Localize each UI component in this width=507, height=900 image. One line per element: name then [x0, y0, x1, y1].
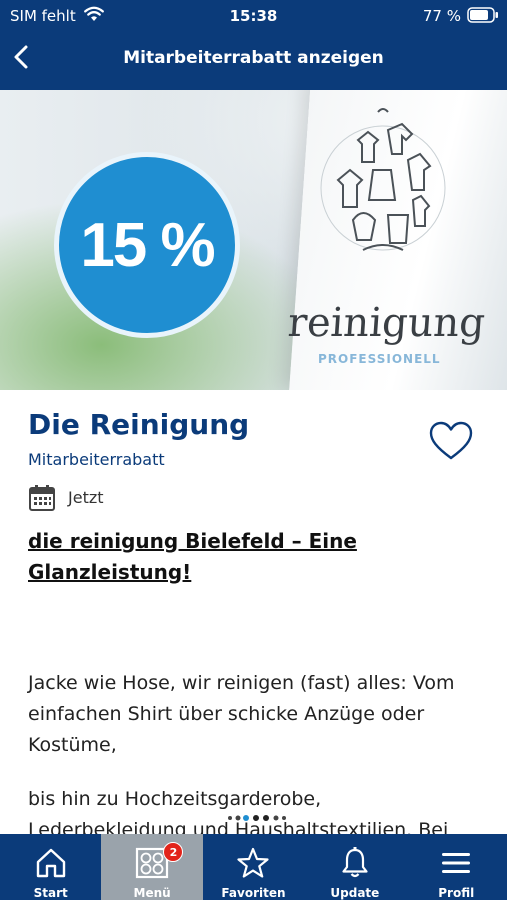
discount-value: 15 %: [80, 210, 215, 280]
top-bar: SIM fehlt 15:38 77 % Mitarbeiterrabatt a…: [0, 0, 507, 90]
tab-profil[interactable]: Profil: [406, 834, 507, 900]
tab-label: Menü: [133, 886, 171, 900]
tab-label: Start: [33, 886, 68, 900]
home-icon: [36, 848, 65, 878]
back-button[interactable]: [8, 42, 38, 72]
menu-icon: [442, 853, 471, 873]
offer-title: Die Reinigung: [28, 408, 250, 441]
tab-label: Update: [330, 886, 380, 900]
calendar-icon: [29, 485, 55, 511]
status-bar: SIM fehlt 15:38 77 %: [0, 0, 507, 34]
favorite-heart-icon[interactable]: [428, 420, 474, 464]
page-indicator: [228, 815, 286, 821]
offer-description: Jacke wie Hose, wir reinigen (fast) alle…: [28, 672, 455, 756]
offer-date: Jetzt: [68, 488, 104, 507]
tab-update[interactable]: Update: [304, 834, 405, 900]
notification-badge: 2: [163, 842, 184, 862]
page-title: Mitarbeiterrabatt anzeigen: [123, 48, 384, 68]
brand-logo-text: reinigung: [286, 300, 487, 346]
battery-percent: 77 %: [422, 7, 461, 25]
discount-badge: 15 %: [54, 152, 240, 338]
offer-headline-link[interactable]: die reinigung Bielefeld – Eine Glanzleis…: [28, 526, 468, 588]
clothes-art-icon: [320, 108, 446, 251]
battery-icon: [467, 7, 498, 23]
tab-start[interactable]: Start: [0, 834, 101, 900]
hero-image: 15 % reinigung PROFESSIONELL: [0, 90, 507, 390]
tab-menu[interactable]: 2 Menü: [101, 834, 203, 900]
brand-sub-text: PROFESSIONELL: [318, 352, 441, 366]
tab-label: Favoriten: [221, 886, 286, 900]
bottom-tab-bar: Start 2 Menü Favoriten Update Profil: [0, 834, 507, 900]
star-icon: [237, 847, 270, 878]
offer-category: Mitarbeiterrabatt: [28, 450, 165, 469]
tab-favoriten[interactable]: Favoriten: [203, 834, 304, 900]
offer-description-line: bis hin zu Hochzeitsgarderobe,: [28, 788, 322, 810]
bell-icon: [342, 847, 368, 878]
tab-label: Profil: [438, 886, 475, 900]
